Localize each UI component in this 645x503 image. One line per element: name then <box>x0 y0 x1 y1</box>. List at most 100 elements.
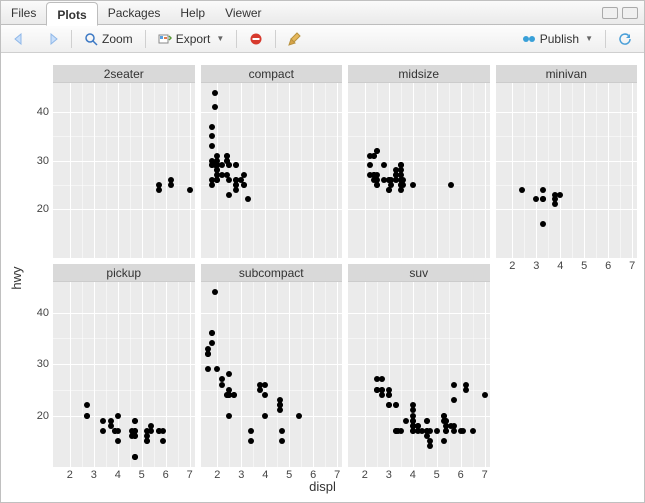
data-point <box>168 182 174 188</box>
zoom-icon <box>84 32 98 46</box>
x-tick: 4 <box>115 467 121 481</box>
chevron-down-icon: ▼ <box>216 34 224 43</box>
tab-packages[interactable]: Packages <box>98 1 171 25</box>
data-point <box>374 376 380 382</box>
x-tick: 5 <box>434 467 440 481</box>
tab-plots[interactable]: Plots <box>46 2 97 26</box>
data-point <box>540 187 546 193</box>
data-point <box>441 438 447 444</box>
data-point <box>226 162 232 168</box>
data-point <box>187 187 193 193</box>
data-point <box>226 192 232 198</box>
data-point <box>209 143 215 149</box>
x-tick: 3 <box>533 258 539 272</box>
arrow-left-icon <box>13 33 27 45</box>
data-point <box>374 182 380 188</box>
y-tick: 20 <box>37 203 53 215</box>
data-point <box>205 366 211 372</box>
data-point <box>277 407 283 413</box>
facet-panel: 203040 <box>53 83 195 258</box>
maximize-pane-icon[interactable] <box>622 7 638 19</box>
data-point <box>209 182 215 188</box>
data-point <box>209 330 215 336</box>
data-point <box>434 428 440 434</box>
data-point <box>381 162 387 168</box>
x-tick: 7 <box>334 467 340 481</box>
tab-files[interactable]: Files <box>1 1 46 25</box>
facet-strip: minivan <box>496 65 638 83</box>
facet-panel: 234567 <box>201 282 343 467</box>
facet-panel: 203040234567 <box>53 282 195 467</box>
data-point <box>403 418 409 424</box>
data-point <box>410 402 416 408</box>
data-point <box>231 392 237 398</box>
data-point <box>410 428 416 434</box>
export-button[interactable]: Export ▼ <box>152 30 231 48</box>
data-point <box>463 387 469 393</box>
zoom-button[interactable]: Zoom <box>78 30 139 48</box>
x-tick: 6 <box>163 467 169 481</box>
data-point <box>398 187 404 193</box>
data-point <box>427 438 433 444</box>
facet-strip: suv <box>348 264 490 282</box>
data-point <box>233 187 239 193</box>
x-tick: 7 <box>482 467 488 481</box>
clear-all-button[interactable] <box>282 30 308 48</box>
prev-plot-button[interactable] <box>7 31 33 47</box>
data-point <box>84 413 90 419</box>
data-point <box>367 153 373 159</box>
chevron-down-icon: ▼ <box>585 34 593 43</box>
data-point <box>557 192 563 198</box>
x-tick: 3 <box>386 467 392 481</box>
data-point <box>209 133 215 139</box>
next-plot-button[interactable] <box>39 31 65 47</box>
data-point <box>219 382 225 388</box>
data-point <box>540 221 546 227</box>
refresh-button[interactable] <box>612 30 638 48</box>
facet-panel <box>348 83 490 258</box>
data-point <box>540 196 546 202</box>
tab-bar: Files Plots Packages Help Viewer <box>1 1 644 25</box>
plots-pane: Files Plots Packages Help Viewer Zoom Ex… <box>0 0 645 503</box>
data-point <box>212 289 218 295</box>
data-point <box>441 418 447 424</box>
data-point <box>209 124 215 130</box>
publish-button[interactable]: Publish ▼ <box>516 30 599 48</box>
x-tick: 5 <box>581 258 587 272</box>
data-point <box>144 433 150 439</box>
x-tick: 2 <box>509 258 515 272</box>
data-point <box>379 387 385 393</box>
data-point <box>451 382 457 388</box>
data-point <box>226 413 232 419</box>
x-tick: 2 <box>67 467 73 481</box>
data-point <box>212 90 218 96</box>
x-tick: 4 <box>557 258 563 272</box>
export-icon <box>158 32 172 46</box>
minimize-pane-icon[interactable] <box>602 7 618 19</box>
data-point <box>410 418 416 424</box>
tab-viewer[interactable]: Viewer <box>215 1 271 25</box>
y-tick: 30 <box>37 155 53 167</box>
x-tick: 6 <box>310 467 316 481</box>
data-point <box>533 196 539 202</box>
facet-strip: pickup <box>53 264 195 282</box>
tab-help[interactable]: Help <box>170 1 215 25</box>
x-tick: 2 <box>214 467 220 481</box>
data-point <box>427 443 433 449</box>
data-point <box>144 438 150 444</box>
data-point <box>132 418 138 424</box>
publish-label: Publish <box>540 32 579 46</box>
facet-panel <box>201 83 343 258</box>
facet-strip: midsize <box>348 65 490 83</box>
data-point <box>156 428 162 434</box>
remove-plot-button[interactable] <box>243 30 269 48</box>
data-point <box>470 428 476 434</box>
data-point <box>415 423 421 429</box>
refresh-icon <box>618 32 632 46</box>
facet-pickup: pickup203040234567 <box>53 264 195 481</box>
x-tick: 6 <box>458 467 464 481</box>
data-point <box>367 172 373 178</box>
facet-strip: subcompact <box>201 264 343 282</box>
x-tick: 5 <box>139 467 145 481</box>
data-point <box>552 201 558 207</box>
